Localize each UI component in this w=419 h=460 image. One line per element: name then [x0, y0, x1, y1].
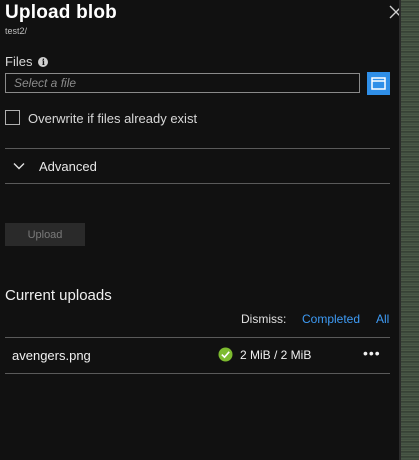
upload-progress: 2 MiB / 2 MiB [240, 348, 312, 362]
divider-bottom [5, 183, 390, 184]
overwrite-checkbox[interactable] [5, 110, 20, 125]
upload-file-name: avengers.png [12, 348, 91, 363]
advanced-label: Advanced [39, 159, 97, 174]
current-uploads-title: Current uploads [5, 287, 112, 304]
uploads-divider-top [5, 337, 390, 338]
checkmark-success-icon [218, 347, 233, 362]
browse-button[interactable] [367, 72, 390, 95]
files-label: Files i [5, 54, 49, 69]
panel-title: Upload blob [5, 2, 117, 23]
uploads-divider-bottom [5, 373, 390, 374]
folder-icon [371, 77, 386, 90]
info-icon[interactable]: i [38, 56, 49, 67]
upload-button[interactable]: Upload [5, 223, 85, 246]
background-edge [399, 0, 419, 460]
overwrite-label: Overwrite if files already exist [28, 111, 198, 126]
files-label-text: Files [5, 54, 33, 69]
chevron-down-icon [13, 163, 25, 170]
dismiss-label: Dismiss: [241, 312, 287, 326]
dismiss-completed-link[interactable]: Completed [302, 312, 360, 326]
dismiss-all-link[interactable]: All [376, 312, 389, 326]
upload-blob-panel: Upload blob test2/ Files i Overwrite if … [0, 0, 403, 460]
file-select-input[interactable] [5, 73, 360, 93]
panel-subtitle: test2/ [5, 26, 28, 36]
more-options-icon[interactable]: ••• [363, 346, 381, 364]
